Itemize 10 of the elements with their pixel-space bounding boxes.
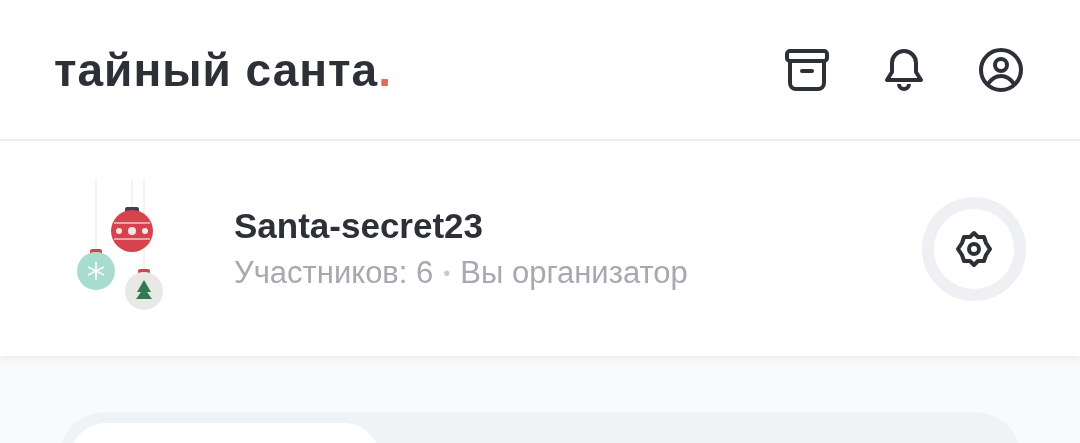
user-profile-icon[interactable] — [978, 46, 1024, 93]
member-count: Участников: 6 — [234, 254, 434, 292]
archive-box-icon[interactable] — [784, 46, 830, 93]
bell-icon[interactable] — [884, 46, 924, 93]
app-logo: тайный санта. — [54, 46, 392, 93]
group-card[interactable]: Santa-secret23 Участников: 6 • Вы организатор — [0, 141, 1080, 356]
separator-dot: • — [443, 260, 451, 286]
role-label: Вы организатор — [460, 254, 688, 292]
group-name: Santa-secret23 — [234, 205, 485, 248]
settings-icon — [956, 229, 992, 268]
